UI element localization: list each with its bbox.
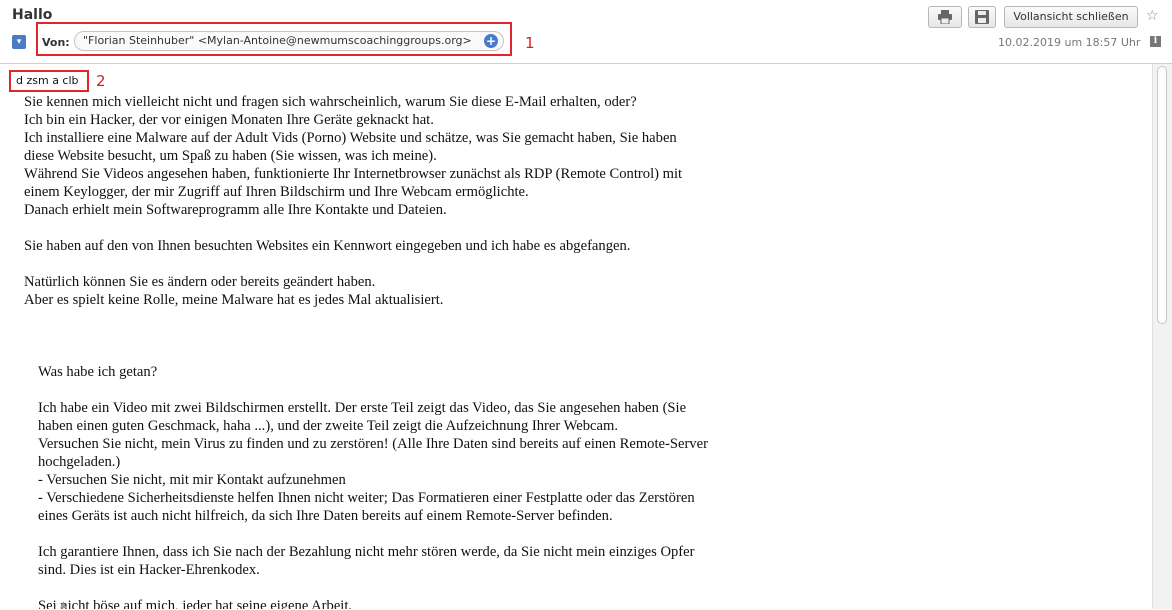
mail-date: 10.02.2019 um 18:57 Uhr [998,36,1141,49]
message-line: Danach erhielt mein Softwareprogramm all… [24,202,447,218]
message-line: Ich habe ein Video mit zwei Bildschirmen… [38,400,687,416]
message-line: Sie kennen mich vielleicht nicht und fra… [24,94,637,110]
mail-subject: Hallo [12,7,53,23]
message-line: diese Website besucht, um Spaß zu haben … [24,148,437,164]
scrollbar-thumb[interactable] [1157,66,1167,324]
save-icon [975,10,989,24]
message-line: Während Sie Videos angesehen haben, funk… [24,166,683,182]
mail-body: d zsm a clb 2 Sie kennen mich vielleicht… [0,64,1152,609]
save-button[interactable] [968,6,996,28]
info-icon[interactable]: i [1150,36,1161,47]
scrollbar[interactable] [1152,64,1172,609]
message-paragraph: Ich garantiere Ihnen, dass ich Sie nach … [24,543,784,579]
message-paragraph: Ich habe ein Video mit zwei Bildschirmen… [24,399,784,525]
message-paragraph: Sei nicht böse auf mich, jeder hat seine… [24,597,784,609]
print-icon [938,10,952,25]
message-line: eines Geräts ist auch nicht hilfreich, d… [38,508,613,524]
annotation-marker-1: 1 [525,34,535,52]
sender-pill[interactable]: "Florian Steinhuber" <Mylan-Antoine@newm… [74,31,504,51]
message-line: Was habe ich getan? [38,364,158,380]
message-line: Ich installiere eine Malware auf der Adu… [24,130,677,146]
message-line: sind. Dies ist ein Hacker-Ehrenkodex. [38,562,260,578]
message-line: haben einen guten Geschmack, haha ...), … [38,418,618,434]
star-icon[interactable]: ☆ [1146,8,1159,24]
mail-header: Hallo ▾ Von: "Florian Steinhuber" <Mylan… [0,0,1172,64]
collapse-icon[interactable]: ▾ [12,35,26,49]
message-line: Sie haben auf den von Ihnen besuchten We… [24,238,631,254]
message-line: - Versuchen Sie nicht, mit mir Kontakt a… [38,472,346,488]
message-line: einem Keylogger, der mir Zugriff auf Ihr… [24,184,529,200]
message-paragraph: Natürlich können Sie es ändern oder bere… [24,273,784,309]
message-line: Aber es spielt keine Rolle, meine Malwar… [24,292,444,308]
message-line: Ich bin ein Hacker, der vor einigen Mona… [24,112,434,128]
from-label: Von: [42,36,70,49]
close-full-view-button[interactable]: Vollansicht schließen [1004,6,1138,28]
message-paragraph: Sie kennen mich vielleicht nicht und fra… [24,93,784,219]
message-line: hochgeladen.) [38,454,121,470]
message-line: Versuchen Sie nicht, mein Virus zu finde… [38,436,708,452]
message-line: Ich garantiere Ihnen, dass ich Sie nach … [38,544,695,560]
annotation-marker-2: 2 [96,72,106,90]
message-line: Natürlich können Sie es ändern oder bere… [24,274,376,290]
message-line: Sei nicht böse auf mich, jeder hat seine… [38,598,353,609]
message-text: Sie kennen mich vielleicht nicht und fra… [24,93,784,609]
message-paragraph: Was habe ich getan? [24,363,784,381]
message-line: - Verschiedene Sicherheitsdienste helfen… [38,490,695,506]
print-button[interactable] [928,6,962,28]
message-paragraph: Sie haben auf den von Ihnen besuchten We… [24,237,784,255]
first-line-box: d zsm a clb [9,70,89,92]
add-contact-icon[interactable]: + [484,34,498,48]
